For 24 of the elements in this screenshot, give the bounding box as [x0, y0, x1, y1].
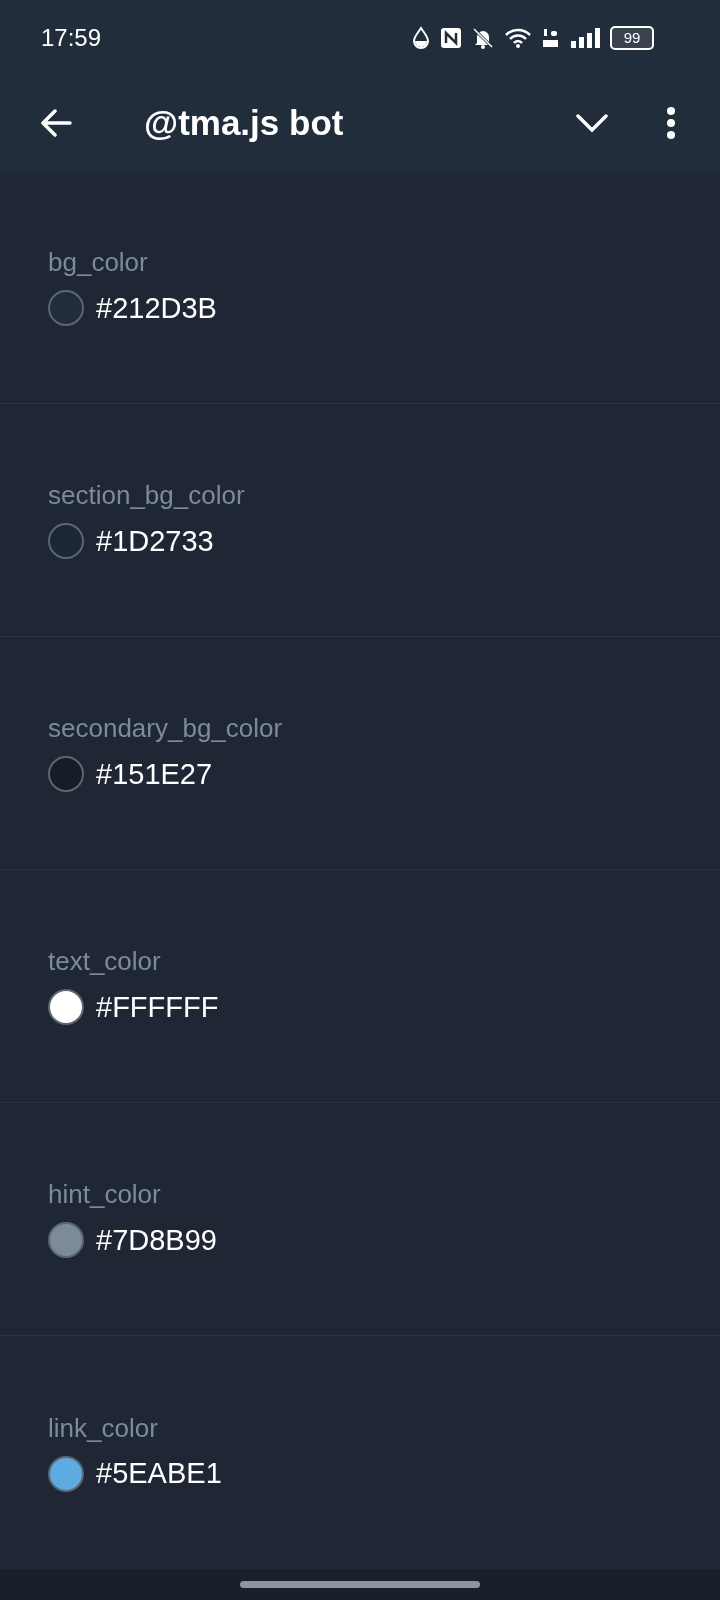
color-name: secondary_bg_color: [48, 713, 284, 745]
bell-muted-icon: [472, 26, 494, 49]
color-value: #5EABE1: [96, 1457, 222, 1491]
home-indicator[interactable]: [240, 1580, 480, 1588]
wifi-icon: [504, 26, 532, 49]
back-arrow-icon[interactable]: [40, 109, 72, 138]
color-name: bg_color: [48, 247, 149, 279]
color-name: text_color: [48, 946, 162, 978]
drop-icon: [412, 25, 430, 50]
color-value: #7D8B99: [96, 1223, 217, 1257]
color-name: section_bg_color: [48, 480, 246, 512]
more-menu-icon[interactable]: [666, 106, 676, 141]
color-value: #212D3B: [96, 291, 217, 325]
color-value: #151E27: [96, 757, 213, 791]
chevron-down-icon[interactable]: [576, 113, 608, 134]
chat-title: @tma.js bot: [144, 103, 345, 144]
nfc-icon: [440, 26, 462, 49]
battery-icon: 99: [610, 25, 654, 50]
status-time: 17:59: [41, 23, 102, 52]
color-value: #FFFFFF: [96, 990, 219, 1024]
color-name: link_color: [48, 1412, 159, 1444]
color-value: #1D2733: [96, 524, 214, 558]
signal-icon: [570, 26, 600, 49]
color-name: hint_color: [48, 1179, 162, 1211]
